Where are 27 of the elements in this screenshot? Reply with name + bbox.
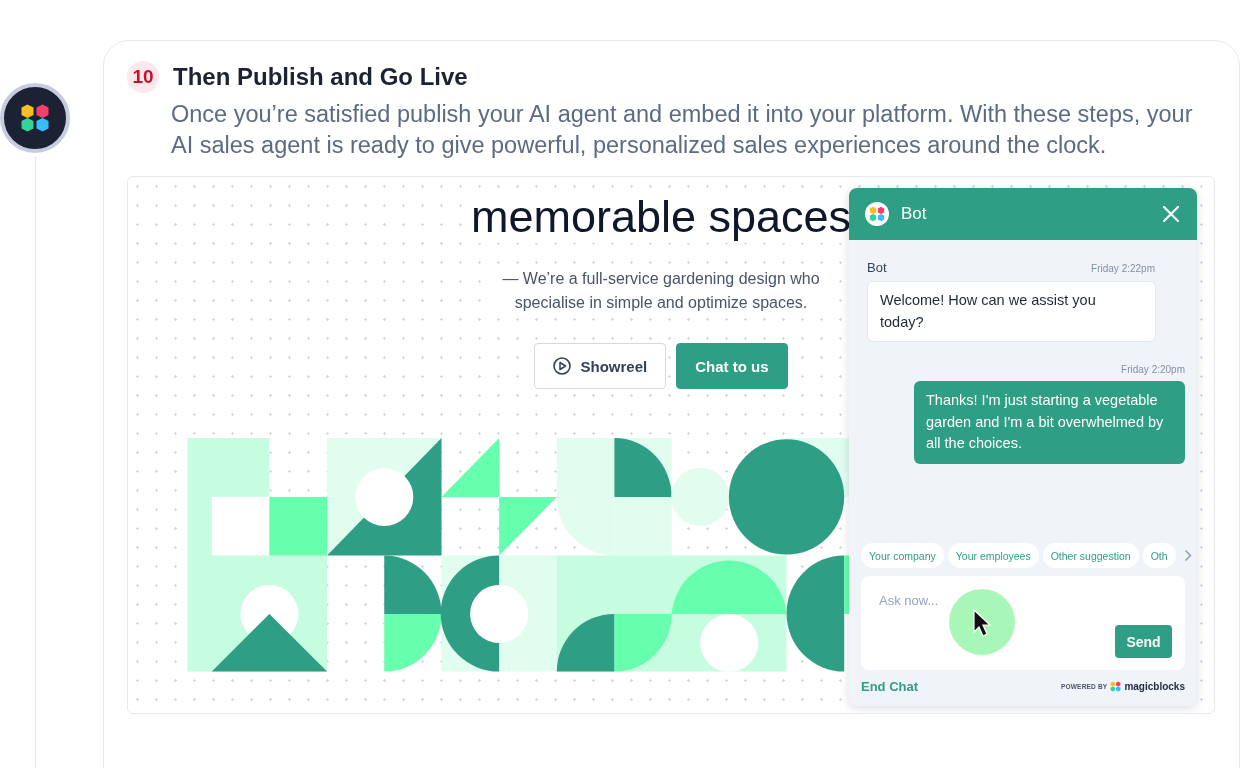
cursor-highlight-drawing [948, 588, 1016, 656]
suggestion-chip[interactable]: Your company [861, 543, 944, 568]
sender-name: Bot [867, 260, 887, 275]
chat-title: Bot [901, 204, 928, 224]
suggestion-chip[interactable]: Oth [1142, 543, 1176, 568]
send-button[interactable]: Send [1115, 625, 1172, 658]
suggestion-chip[interactable]: Your employees [947, 543, 1039, 568]
chat-button[interactable]: Chat to us [676, 343, 788, 389]
showreel-button[interactable]: Showreel [534, 343, 667, 389]
bot-message: Welcome! How can we assist you today? [867, 281, 1156, 342]
play-icon [553, 357, 572, 375]
step-description: Once you’re satisfied publish your AI agent and embed it into your platform. With these steps, your AI sales agent is ready to give powerful, personalized sales experiences around the clock. [171, 100, 1194, 160]
message-time: Friday 2:22pm [1091, 263, 1155, 274]
suggestion-chip[interactable]: Other suggestion [1042, 543, 1139, 568]
blocks-logo-icon [1110, 681, 1122, 692]
message-input[interactable]: Ask now... Send [861, 576, 1185, 670]
message-time: Friday 2:20pm [1121, 364, 1185, 375]
blocks-logo-icon [20, 103, 50, 133]
chevron-right-icon [1183, 549, 1192, 562]
step-title: Then Publish and Go Live [173, 63, 468, 91]
close-button[interactable] [1161, 204, 1181, 224]
user-message: Thanks! I'm just starting a vegetable garden and I'm a bit overwhelmed by all the choices. [914, 381, 1185, 464]
end-chat-link[interactable]: End Chat [861, 679, 919, 694]
brand-name: magicblocks [1124, 681, 1185, 692]
scroll-right-button[interactable] [1183, 549, 1192, 562]
close-icon [1163, 206, 1179, 222]
step-number: 10 [127, 61, 159, 93]
